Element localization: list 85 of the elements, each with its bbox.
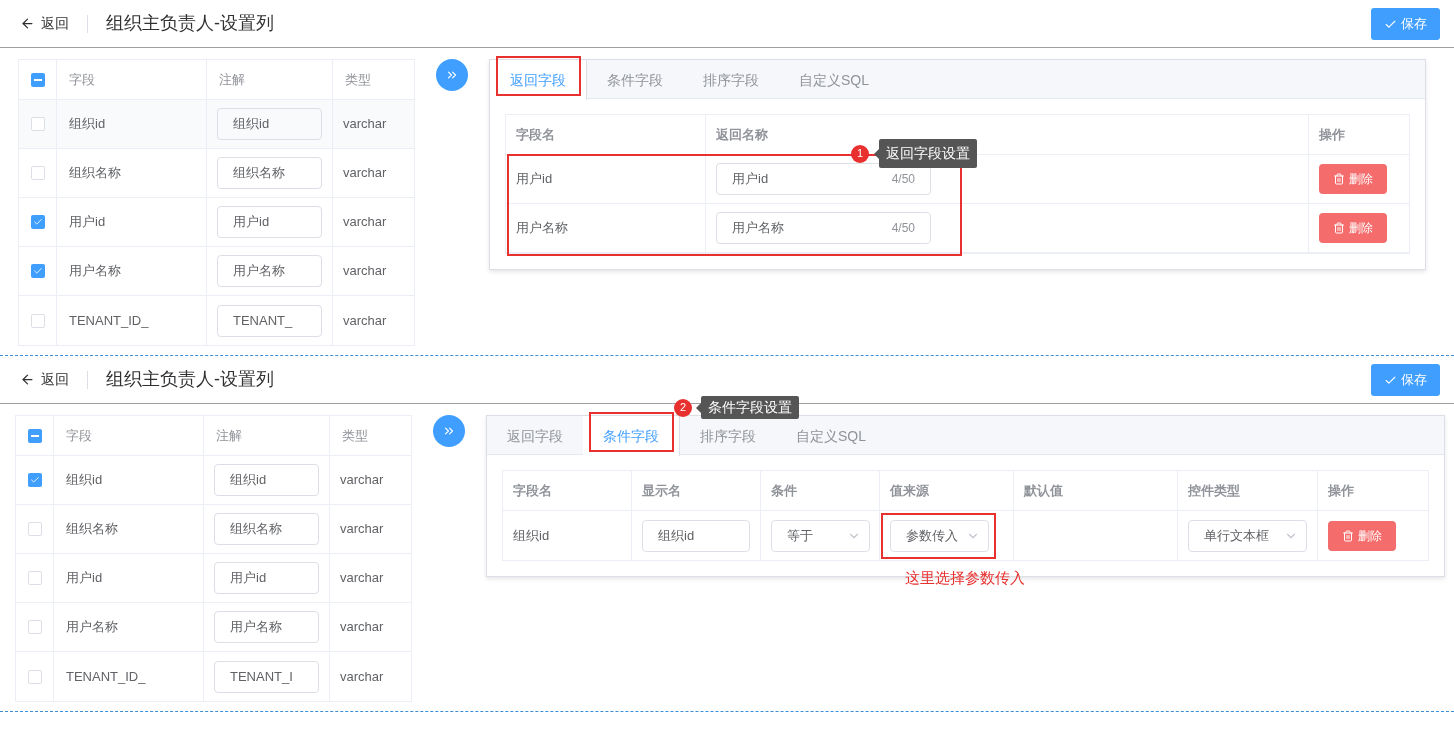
- checkbox[interactable]: [30, 117, 45, 131]
- step-badge: 2: [674, 398, 692, 417]
- select-field[interactable]: 参数传入: [890, 519, 989, 552]
- column-header: 操作: [1319, 125, 1345, 144]
- checkbox[interactable]: [30, 313, 45, 328]
- checkbox[interactable]: [27, 620, 42, 634]
- check-icon: [32, 266, 43, 276]
- input-field[interactable]: 组织id: [214, 464, 319, 496]
- column-header: 字段名: [513, 481, 552, 500]
- table-cell-text: varchar: [343, 311, 387, 330]
- trash-icon: [1333, 222, 1345, 234]
- double-chevron-icon: [442, 424, 456, 438]
- column-header: 返回名称: [716, 125, 768, 144]
- input-field[interactable]: TENANT_: [217, 304, 322, 337]
- table-cell-text: 组织名称: [69, 164, 121, 183]
- input-field[interactable]: 组织名称: [217, 157, 322, 189]
- table-cell-text: varchar: [343, 213, 387, 232]
- check-icon: [32, 217, 43, 227]
- column-header: 条件: [771, 481, 797, 500]
- input-field[interactable]: 用户id: [217, 206, 322, 238]
- input-field[interactable]: 组织id: [217, 108, 322, 140]
- table-cell-text: varchar: [343, 115, 387, 134]
- table-cell-text: 用户名称: [516, 219, 568, 238]
- input-field[interactable]: 用户名称: [217, 255, 322, 287]
- table-cell-text: varchar: [340, 569, 384, 588]
- checkbox[interactable]: [30, 215, 45, 229]
- input-field[interactable]: TENANT_I: [214, 660, 319, 693]
- table-cell-text: 组织id: [66, 471, 103, 490]
- checkbox[interactable]: [27, 473, 42, 487]
- checkbox[interactable]: [27, 669, 42, 684]
- input-field[interactable]: 用户名称 4/50: [716, 212, 931, 244]
- check-icon: [29, 475, 40, 485]
- table-cell-text: 用户名称: [69, 262, 121, 281]
- table-cell-text: 用户名称: [66, 618, 118, 637]
- page-title: 组织主负责人-设置列: [106, 368, 274, 391]
- table-cell-text: 用户id: [516, 170, 553, 189]
- column-header: 显示名: [642, 481, 681, 500]
- column-header: 默认值: [1024, 481, 1063, 500]
- column-header: 控件类型: [1188, 481, 1240, 500]
- page-title: 组织主负责人-设置列: [106, 12, 274, 35]
- column-header: 类型: [345, 70, 371, 89]
- column-header: 注解: [219, 70, 245, 89]
- back-button[interactable]: 返回: [20, 369, 69, 390]
- select-field[interactable]: 单行文本框: [1188, 519, 1307, 552]
- transfer-button[interactable]: [436, 59, 468, 91]
- table-cell-text: varchar: [340, 520, 384, 539]
- checkbox[interactable]: [30, 166, 45, 180]
- table-cell-text: 组织id: [513, 526, 550, 545]
- column-header: 类型: [342, 426, 368, 445]
- tooltip: 条件字段设置: [701, 396, 799, 419]
- transfer-button[interactable]: [433, 415, 465, 447]
- checkbox[interactable]: [27, 522, 42, 536]
- checkbox[interactable]: [27, 428, 42, 443]
- input-field[interactable]: 组织名称: [214, 513, 319, 545]
- trash-icon: [1333, 173, 1345, 185]
- checkbox[interactable]: [30, 264, 45, 278]
- input-field[interactable]: 组织id: [642, 519, 750, 552]
- checkbox[interactable]: [30, 72, 45, 87]
- column-header: 字段名: [516, 125, 555, 144]
- table-cell-text: varchar: [340, 618, 384, 637]
- input-field[interactable]: 用户名称: [214, 611, 319, 643]
- column-header: 值来源: [890, 481, 929, 500]
- table-cell-text: TENANT_ID_: [66, 667, 146, 686]
- table-cell-text: TENANT_ID_: [69, 311, 149, 330]
- table-cell-text: varchar: [343, 164, 387, 183]
- table-cell-text: 用户id: [69, 213, 106, 232]
- table-cell-text: 组织名称: [66, 520, 118, 539]
- double-chevron-icon: [445, 68, 459, 82]
- column-header: 注解: [216, 426, 242, 445]
- table-cell-text: varchar: [343, 262, 387, 281]
- input-field[interactable]: 用户id 4/50: [716, 163, 931, 195]
- trash-icon: [1342, 529, 1354, 542]
- checkbox[interactable]: [27, 571, 42, 585]
- table-cell-text: 用户id: [66, 569, 103, 588]
- column-header: 字段: [69, 70, 95, 89]
- tooltip: 返回字段设置: [879, 139, 977, 168]
- input-field[interactable]: 用户id: [214, 562, 319, 594]
- select-field[interactable]: 等于: [771, 519, 870, 552]
- column-header: 字段: [66, 426, 92, 445]
- table-cell-text: varchar: [340, 471, 384, 490]
- back-button[interactable]: 返回: [20, 13, 69, 34]
- column-header: 操作: [1328, 481, 1354, 500]
- table-cell-text: varchar: [340, 667, 384, 686]
- table-cell-text: 组织id: [69, 115, 106, 134]
- annotation-caption: 这里选择参数传入: [905, 567, 1025, 588]
